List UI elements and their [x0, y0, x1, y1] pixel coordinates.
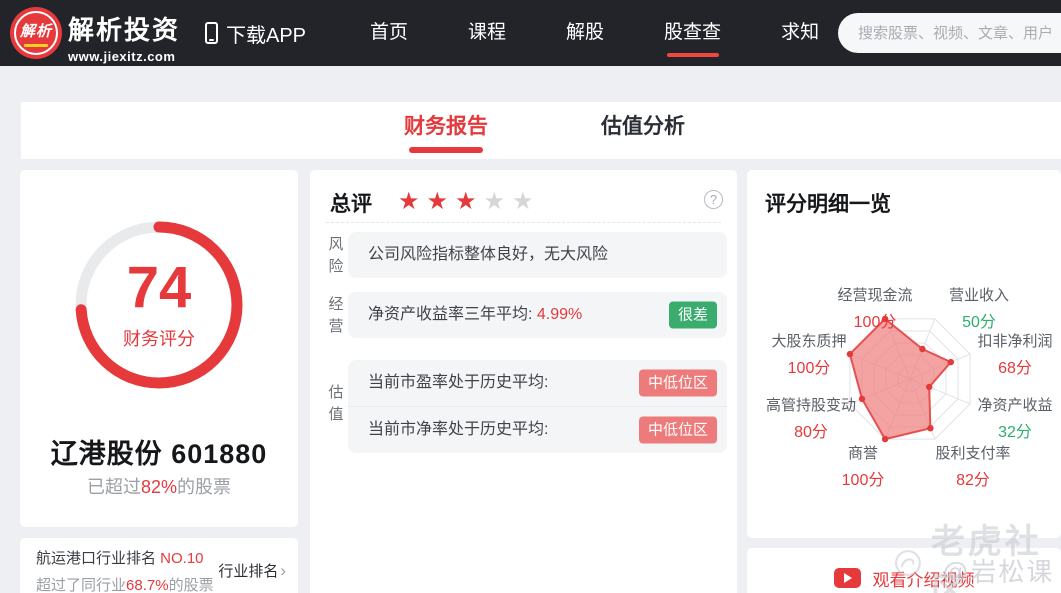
nav-item-4[interactable]: 求知	[751, 0, 849, 66]
radar-axis-score: 100分	[841, 472, 885, 489]
rank-lines: 航运港口行业排名 NO.10 超过了同行业68.7%的股票	[36, 547, 214, 593]
pb-label: 当前市净率处于历史平均:	[368, 421, 549, 438]
star-icon: ★	[512, 188, 541, 215]
chevron-right-icon: ›	[280, 560, 286, 580]
nav-item-3[interactable]: 股查查	[634, 0, 751, 66]
beat-prefix: 已超过	[86, 477, 141, 497]
main-nav: 首页 课程 解股 股查查 求知	[340, 0, 849, 66]
roe-row: 净资产收益率三年平均: 4.99% 很差	[348, 292, 727, 338]
rank-line1-prefix: 航运港口行业排名	[36, 550, 161, 567]
risk-summary-row: 公司风险指标整体良好，无大风险	[348, 232, 727, 278]
radar-axis-score: 50分	[962, 314, 996, 331]
roe-label: 净资产收益率三年平均:	[368, 306, 537, 323]
review-title: 总评	[330, 193, 372, 216]
radar-axis-1: 营业收入 50分	[914, 284, 1044, 332]
tab-financial-report[interactable]: 财务报告	[404, 102, 488, 159]
rank-line2-value: 68.7%	[126, 577, 169, 593]
radar-axis-score: 32分	[998, 424, 1032, 441]
radar-axis-2: 扣非净利润 68分	[950, 330, 1061, 378]
rank-line1: 航运港口行业排名 NO.10	[36, 547, 214, 568]
rank-line2-suffix: 的股票	[168, 577, 214, 593]
section-label-operation: 经营	[328, 296, 344, 335]
financial-score-value: 74	[126, 255, 192, 320]
brand-name: 解析投资	[68, 15, 181, 45]
pb-row: 当前市净率处于历史平均: 中低位区	[348, 407, 727, 453]
top-header: 解析 解析投资 www.jiexitz.com 下载APP 首页 课程 解股 股查查求…	[0, 0, 1061, 66]
section-label-valuation: 估值	[328, 384, 344, 423]
divider	[326, 222, 721, 223]
risk-summary-box: 公司风险指标整体良好，无大风险	[348, 232, 727, 278]
pe-zone-badge: 中低位区	[638, 369, 717, 397]
star-icon: ★	[398, 188, 427, 215]
radar-axis-score: 68分	[998, 360, 1032, 377]
industry-rank-link[interactable]: 行业排名 ›	[218, 560, 286, 581]
rank-line2-prefix: 超过了同行业	[36, 577, 127, 593]
radar-axis-name: 净资产收益	[977, 397, 1053, 414]
brand-block[interactable]: 解析投资 www.jiexitz.com	[68, 10, 180, 64]
radar-axis-name: 大股东质押	[771, 333, 847, 350]
score-ring-text: 74 财务评分	[64, 210, 254, 400]
brand-site-url: www.jiexitz.com	[68, 49, 176, 64]
nav-item-2[interactable]: 解股	[536, 0, 634, 66]
radar-axis-name: 营业收入	[948, 287, 1009, 304]
score-detail-card: 评分明细一览 经营现金流 100分 营业收入 50分 扣非净利润 68分 净资产收益 32分股…	[747, 170, 1061, 538]
report-tabbar: 财务报告 估值分析	[21, 102, 1061, 159]
play-icon	[833, 568, 861, 588]
download-app-label: 下载APP	[226, 24, 307, 47]
page: 解析 解析投资 www.jiexitz.com 下载APP 首页 课程 解股 股查查求…	[0, 0, 1061, 593]
watch-intro-video-label: 观看介绍视频	[872, 570, 975, 590]
radar-axis-score: 100分	[787, 360, 831, 377]
score-ring: 74 财务评分	[64, 210, 254, 400]
radar-axis-name: 商誉	[847, 445, 878, 462]
star-icon: ★	[483, 188, 513, 215]
site-logo-icon[interactable]: 解析	[10, 7, 62, 59]
radar-axis-name: 高管持股变动	[765, 397, 856, 414]
rank-line1-value: NO.10	[160, 550, 204, 567]
site-logo-text: 解析	[19, 22, 52, 40]
section-label-risk: 风险	[328, 236, 344, 275]
star-icon: ★	[426, 188, 456, 215]
valuation-box: 当前市盈率处于历史平均: 中低位区 当前市净率处于历史平均: 中低位区	[348, 360, 727, 453]
nav-item-1[interactable]: 课程	[438, 0, 536, 66]
site-logo-inner: 解析	[14, 11, 58, 55]
overall-review-card: 总评 ★★★★★ ? 风险 公司风险指标整体良好，无大风险 经营 净资产收益率三…	[310, 170, 737, 593]
rank-line2: 超过了同行业68.7%的股票	[36, 574, 214, 593]
roe-rating-badge: 很差	[668, 301, 717, 329]
radar-axis-7: 大股东质押 100分	[744, 330, 874, 378]
operation-box: 净资产收益率三年平均: 4.99% 很差	[348, 292, 727, 338]
stock-name-code: 辽港股份 601880	[50, 439, 268, 469]
risk-summary-text: 公司风险指标整体良好，无大风险	[368, 246, 609, 263]
help-icon[interactable]: ?	[704, 190, 723, 209]
search-input[interactable]	[838, 13, 1061, 53]
radar-axis-6: 高管持股变动 80分	[746, 394, 876, 442]
financial-score-label: 财务评分	[123, 329, 195, 349]
tab-valuation-analysis[interactable]: 估值分析	[601, 102, 685, 159]
beat-suffix: 的股票	[177, 477, 232, 497]
beat-percent-line: 已超过82%的股票	[20, 473, 298, 499]
nav-item-0[interactable]: 首页	[340, 0, 438, 66]
star-rating: ★★★★★	[398, 187, 541, 216]
radar-axis-name: 扣非净利润	[977, 333, 1053, 350]
watch-intro-video-button[interactable]: 观看介绍视频	[747, 548, 1061, 593]
beat-value: 82%	[140, 477, 178, 497]
phone-icon	[205, 22, 218, 44]
roe-value: 4.99%	[536, 306, 583, 323]
pe-row: 当前市盈率处于历史平均: 中低位区	[348, 360, 727, 406]
industry-rank-link-label: 行业排名	[218, 563, 279, 580]
site-logo-tagline	[24, 43, 48, 47]
industry-rank-card: 航运港口行业排名 NO.10 超过了同行业68.7%的股票 行业排名 ›	[20, 538, 298, 593]
score-card: 74 财务评分 辽港股份 601880 已超过82%的股票	[20, 170, 298, 527]
radar-axis-score: 80分	[794, 424, 828, 441]
pb-zone-badge: 中低位区	[638, 416, 717, 444]
radar-axis-5: 商誉 100分	[798, 442, 928, 490]
radar-axis-3: 净资产收益 32分	[950, 394, 1061, 442]
star-icon: ★	[455, 188, 484, 215]
download-app-button[interactable]: 下载APP	[205, 0, 306, 66]
pe-label: 当前市盈率处于历史平均:	[368, 374, 549, 391]
intro-video-card: 观看介绍视频	[747, 548, 1061, 593]
